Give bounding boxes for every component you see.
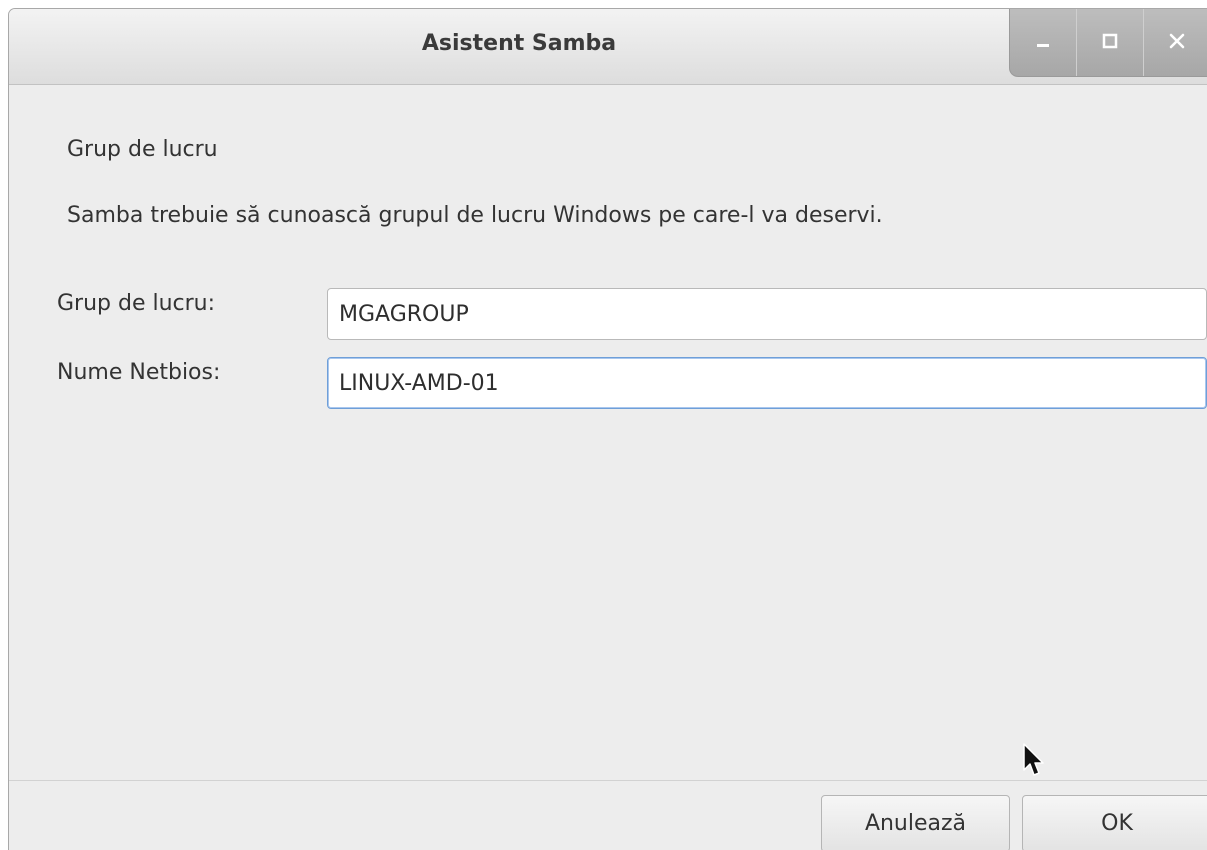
samba-wizard-window: Asistent Samba Grup de lucru Samba trebu… bbox=[8, 8, 1207, 850]
close-icon bbox=[1168, 32, 1186, 54]
netbios-name-label: Nume Netbios: bbox=[57, 360, 221, 385]
close-button[interactable] bbox=[1144, 9, 1207, 76]
wizard-content: Grup de lucru Samba trebuie să cunoască … bbox=[9, 85, 1207, 780]
netbios-name-input[interactable] bbox=[327, 357, 1207, 409]
window-controls bbox=[1009, 9, 1207, 77]
maximize-icon bbox=[1102, 33, 1118, 53]
maximize-button[interactable] bbox=[1077, 9, 1143, 76]
ok-button[interactable]: OK bbox=[1022, 795, 1207, 850]
workgroup-input[interactable] bbox=[327, 288, 1207, 340]
window-title: Asistent Samba bbox=[421, 31, 617, 56]
workgroup-label: Grup de lucru: bbox=[57, 291, 216, 316]
button-bar: Anulează OK bbox=[9, 780, 1207, 850]
page-title: Grup de lucru bbox=[67, 137, 218, 162]
page-description: Samba trebuie să cunoască grupul de lucr… bbox=[67, 203, 883, 228]
minimize-button[interactable] bbox=[1010, 9, 1076, 76]
mouse-pointer-icon bbox=[1022, 742, 1046, 784]
minimize-icon bbox=[1036, 33, 1050, 52]
title-bar[interactable]: Asistent Samba bbox=[9, 9, 1207, 85]
cancel-button[interactable]: Anulează bbox=[821, 795, 1010, 850]
